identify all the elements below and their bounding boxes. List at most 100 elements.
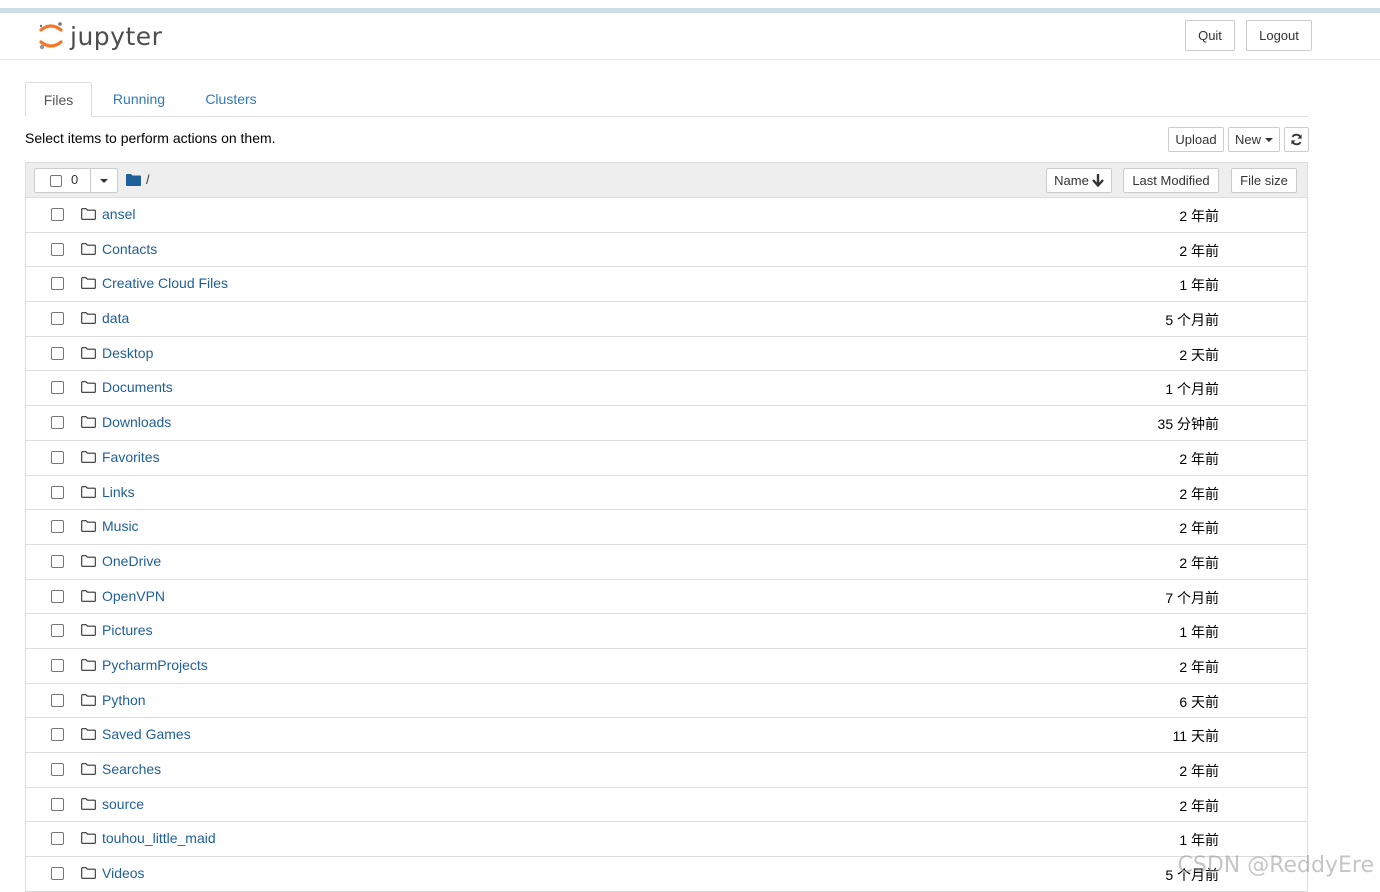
file-name-link[interactable]: Python: [102, 692, 146, 708]
tab-clusters[interactable]: Clusters: [193, 82, 269, 116]
row-checkbox[interactable]: [51, 658, 64, 672]
refresh-icon: [1291, 133, 1302, 146]
folder-icon: [81, 416, 96, 428]
file-name-link[interactable]: Downloads: [102, 414, 171, 430]
file-name-link[interactable]: PycharmProjects: [102, 657, 208, 673]
file-row[interactable]: Desktop 2 天前: [26, 337, 1307, 372]
arrow-down-icon: [1091, 174, 1104, 187]
row-checkbox[interactable]: [51, 867, 64, 881]
select-all-group[interactable]: 0: [34, 168, 118, 193]
file-name-link[interactable]: Searches: [102, 761, 161, 777]
file-row[interactable]: PycharmProjects 2 年前: [26, 649, 1307, 684]
row-checkbox[interactable]: [51, 624, 64, 638]
row-checkbox[interactable]: [51, 450, 64, 464]
quit-button[interactable]: Quit: [1185, 20, 1235, 51]
file-row[interactable]: OneDrive 2 年前: [26, 545, 1307, 580]
row-checkbox[interactable]: [51, 416, 64, 430]
file-name-link[interactable]: data: [102, 310, 129, 326]
file-row[interactable]: Documents 1 个月前: [26, 371, 1307, 407]
sort-by-file-size-button[interactable]: File size: [1231, 168, 1297, 193]
folder-icon: [81, 208, 96, 220]
file-name-link[interactable]: ansel: [102, 206, 135, 222]
last-modified: 2 年前: [1179, 520, 1219, 537]
file-row[interactable]: Saved Games 11 天前: [26, 718, 1307, 753]
file-name-link[interactable]: Pictures: [102, 622, 153, 638]
file-row[interactable]: Creative Cloud Files 1 年前: [26, 267, 1307, 303]
file-row[interactable]: Pictures 1 年前: [26, 614, 1307, 649]
file-name-link[interactable]: Creative Cloud Files: [102, 275, 228, 291]
tab-bar: Files Running Clusters: [25, 82, 1308, 117]
file-name-link[interactable]: Documents: [102, 379, 173, 395]
row-checkbox[interactable]: [51, 346, 64, 360]
folder-icon: [81, 520, 96, 533]
tab-files[interactable]: Files: [25, 82, 92, 117]
name-label: Name: [1054, 173, 1089, 188]
last-modified: 5 个月前: [1165, 312, 1219, 329]
file-row[interactable]: Contacts 2 年前: [26, 233, 1307, 268]
file-row[interactable]: Music 2 年前: [26, 510, 1307, 545]
row-checkbox[interactable]: [51, 381, 64, 395]
logo-text: jupyter: [70, 21, 163, 51]
file-name-link[interactable]: touhou_little_maid: [102, 830, 216, 846]
jupyter-logo[interactable]: jupyter: [38, 19, 162, 53]
row-checkbox[interactable]: [51, 763, 64, 776]
new-dropdown-button[interactable]: New: [1228, 127, 1280, 152]
file-row[interactable]: data 5 个月前: [26, 302, 1307, 337]
row-checkbox[interactable]: [51, 589, 64, 603]
file-name-link[interactable]: source: [102, 796, 144, 812]
last-modified: 2 年前: [1179, 242, 1219, 259]
folder-icon: [81, 312, 96, 324]
row-checkbox[interactable]: [51, 797, 64, 811]
folder-icon: [81, 867, 96, 879]
sort-by-last-modified-button[interactable]: Last Modified: [1123, 168, 1219, 193]
file-row[interactable]: OpenVPN 7 个月前: [26, 580, 1307, 615]
upload-button[interactable]: Upload: [1168, 127, 1224, 152]
row-checkbox[interactable]: [51, 277, 64, 291]
select-all-checkbox[interactable]: [50, 175, 62, 187]
row-checkbox[interactable]: [51, 208, 64, 221]
new-label: New: [1234, 132, 1261, 147]
row-checkbox[interactable]: [51, 728, 64, 742]
file-name-link[interactable]: Desktop: [102, 345, 153, 361]
file-name-link[interactable]: Saved Games: [102, 726, 191, 742]
folder-icon: [81, 277, 96, 290]
file-name-link[interactable]: Videos: [102, 865, 145, 881]
row-checkbox[interactable]: [51, 554, 64, 568]
row-checkbox[interactable]: [51, 520, 64, 534]
jupyter-logo-icon: [39, 22, 63, 50]
file-row[interactable]: Downloads 35 分钟前: [26, 406, 1307, 441]
file-name-link[interactable]: Favorites: [102, 449, 160, 465]
breadcrumb-root[interactable]: /: [146, 172, 150, 187]
sort-by-name-button[interactable]: Name: [1046, 168, 1112, 193]
file-name-link[interactable]: Contacts: [102, 241, 157, 257]
row-checkbox[interactable]: [51, 485, 64, 499]
file-row[interactable]: ansel 2 年前: [26, 198, 1307, 233]
file-row[interactable]: Favorites 2 年前: [26, 441, 1307, 476]
tab-running[interactable]: Running: [101, 82, 177, 116]
folder-icon: [81, 728, 96, 741]
row-checkbox[interactable]: [51, 242, 64, 256]
file-row[interactable]: touhou_little_maid 1 年前: [26, 822, 1307, 858]
header: jupyter Quit Logout: [0, 13, 1380, 60]
file-row[interactable]: source 2 年前: [26, 788, 1307, 823]
caret-down-icon[interactable]: [100, 179, 108, 183]
folder-icon: [81, 381, 96, 394]
file-row[interactable]: Videos 5 个月前: [26, 857, 1307, 892]
last-modified: 35 分钟前: [1157, 416, 1219, 433]
file-name-link[interactable]: Music: [102, 518, 139, 534]
folder-icon: [81, 832, 96, 845]
file-row[interactable]: Links 2 年前: [26, 476, 1307, 511]
breadcrumb[interactable]: /: [126, 172, 150, 187]
file-name-link[interactable]: Links: [102, 484, 135, 500]
folder-icon: [81, 797, 96, 810]
file-name-link[interactable]: OneDrive: [102, 553, 161, 569]
logout-button[interactable]: Logout: [1246, 20, 1312, 51]
file-row[interactable]: Python 6 天前: [26, 684, 1307, 719]
last-modified: 1 年前: [1179, 624, 1219, 641]
row-checkbox[interactable]: [51, 832, 64, 846]
file-name-link[interactable]: OpenVPN: [102, 588, 165, 604]
refresh-button[interactable]: [1284, 127, 1309, 152]
row-checkbox[interactable]: [51, 693, 64, 707]
file-row[interactable]: Searches 2 年前: [26, 753, 1307, 788]
row-checkbox[interactable]: [51, 312, 64, 326]
